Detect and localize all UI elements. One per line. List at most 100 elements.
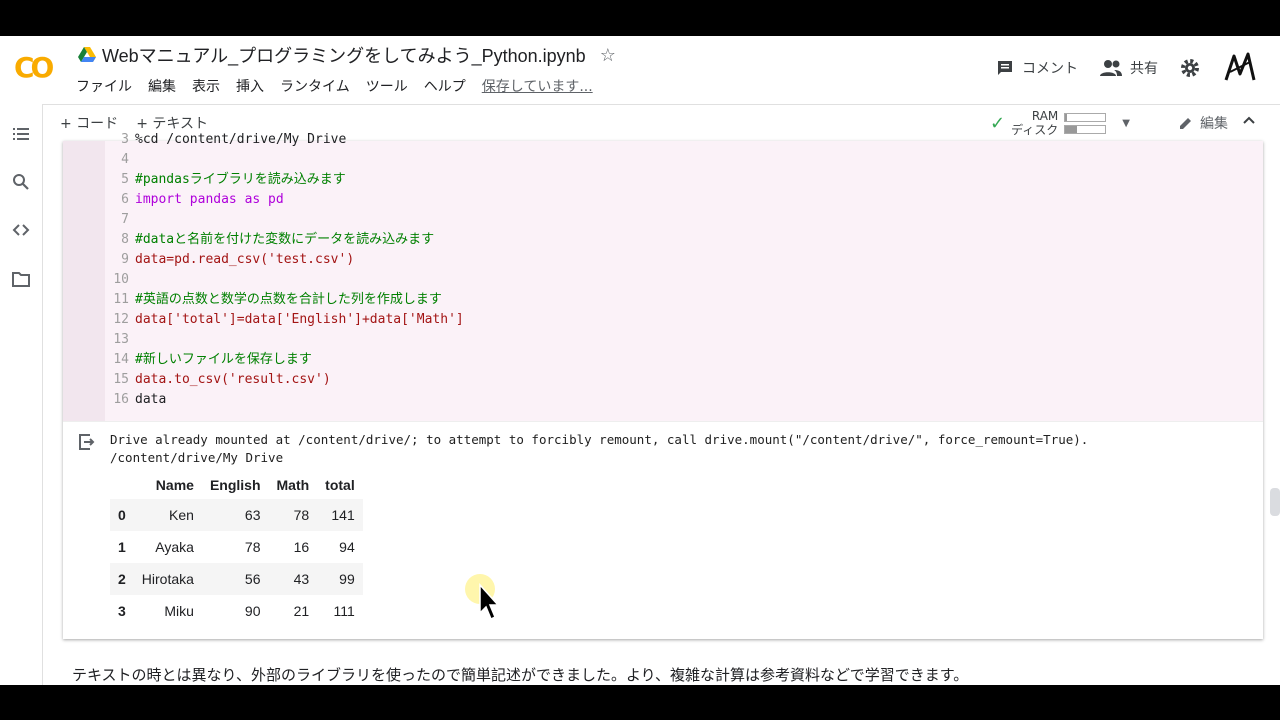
- menu-insert[interactable]: 挿入: [236, 76, 264, 96]
- output-actions-icon[interactable]: [77, 433, 95, 451]
- menu-help[interactable]: ヘルプ: [424, 76, 466, 96]
- table-cell: 43: [293, 571, 310, 587]
- menu-tools[interactable]: ツール: [366, 76, 408, 96]
- code-text: #dataと名前を付けた変数にデータを読み込みます: [135, 232, 435, 247]
- code-line: 8 #dataと名前を付けた変数にデータを読み込みます: [107, 230, 464, 250]
- dataframe-table: Name English Math total 0 Ken 63 78 141 …: [110, 471, 363, 627]
- table-cell: Hirotaka: [141, 571, 194, 587]
- notebook-title[interactable]: Webマニュアル_プログラミングをしてみよう_Python.ipynb: [102, 42, 586, 68]
- table-cell: 99: [339, 571, 355, 587]
- cell-gutter: [63, 141, 105, 421]
- mouse-cursor-icon: [465, 574, 498, 621]
- row-index: 2: [118, 571, 126, 587]
- resource-monitor[interactable]: ✓ RAM ディスク ▼: [990, 109, 1130, 137]
- output-line-2: /content/drive/My Drive: [110, 450, 284, 465]
- code-line: 5 #pandasライブラリを読み込みます: [107, 170, 464, 190]
- text-cell[interactable]: テキストの時とは異なり、外部のライブラリを使ったので簡単記述ができました。より、…: [72, 664, 968, 685]
- row-index: 1: [118, 539, 126, 555]
- saving-status[interactable]: 保存しています...: [482, 76, 593, 96]
- code-text: #英語の点数と数学の点数を合計した列を作成します: [135, 292, 442, 307]
- menu-edit[interactable]: 編集: [148, 76, 176, 96]
- code-line: 15 data.to_csv('result.csv'): [107, 370, 464, 390]
- output-line-1: Drive already mounted at /content/drive/…: [110, 432, 1089, 447]
- column-header: English: [209, 477, 261, 493]
- line-number: 11: [113, 292, 129, 307]
- code-text: import pandas as pd: [135, 192, 284, 207]
- table-cell: 111: [333, 603, 355, 619]
- table-cell: 63: [244, 507, 261, 523]
- table-cell: 78: [244, 539, 261, 555]
- code-text: %cd /content/drive/My Drive: [135, 132, 347, 147]
- code-snippets-icon[interactable]: [12, 221, 30, 239]
- folder-icon[interactable]: [12, 270, 30, 288]
- menu-bar: ファイル 編集 表示 挿入 ランタイム ツール ヘルプ 保存しています...: [76, 76, 609, 96]
- colab-logo[interactable]: CO: [14, 50, 62, 84]
- comment-icon: [998, 61, 1012, 75]
- disk-bar: [1064, 124, 1107, 134]
- header-actions: コメント 共有: [996, 50, 1280, 86]
- code-line: 9 data=pd.read_csv('test.csv'): [107, 250, 464, 270]
- avatar[interactable]: [1222, 50, 1258, 86]
- chevron-up-icon[interactable]: [1242, 113, 1256, 127]
- table-cell: Ayaka: [155, 539, 194, 555]
- table-row: 2 Hirotaka 56 43 99: [110, 563, 363, 595]
- star-icon[interactable]: ☆: [600, 45, 616, 66]
- connected-check-icon: ✓: [990, 112, 1006, 134]
- menu-file[interactable]: ファイル: [76, 76, 132, 96]
- line-number: 15: [113, 372, 129, 387]
- column-header: total: [325, 477, 355, 493]
- line-number: 4: [121, 152, 129, 167]
- code-cell[interactable]: 3 %cd /content/drive/My Drive 4 5 #pandasライブ…: [63, 132, 1263, 639]
- code-line: 12 data['total']=data['English']+data['Ma…: [107, 310, 464, 330]
- code-text: #新しいファイルを保存します: [135, 352, 312, 367]
- gear-icon[interactable]: [1180, 58, 1200, 78]
- code-lines: 3 %cd /content/drive/My Drive 4 5 #pandasライブ…: [107, 130, 464, 410]
- comment-label: コメント: [1022, 61, 1078, 77]
- code-line: 3 %cd /content/drive/My Drive: [107, 130, 464, 150]
- column-header: Name: [155, 477, 194, 493]
- code-line: 10: [107, 270, 464, 290]
- search-icon[interactable]: [12, 173, 30, 191]
- disk-bar-fill: [1065, 125, 1078, 133]
- row-index: 3: [118, 603, 126, 619]
- disk-label: ディスク: [1011, 123, 1059, 137]
- code-text: #pandasライブラリを読み込みます: [135, 172, 346, 187]
- column-header: Math: [276, 477, 310, 493]
- line-number: 8: [121, 232, 129, 247]
- code-line: 7: [107, 210, 464, 230]
- menu-runtime[interactable]: ランタイム: [280, 76, 350, 96]
- code-line: 16 data: [107, 390, 464, 410]
- title-row: Webマニュアル_プログラミングをしてみよう_Python.ipynb ☆: [78, 42, 616, 68]
- table-row: 1 Ayaka 78 16 94: [110, 531, 363, 563]
- output-text: Drive already mounted at /content/drive/…: [110, 431, 1088, 467]
- code-line: 11 #英語の点数と数学の点数を合計した列を作成します: [107, 290, 464, 310]
- scrollbar[interactable]: [1270, 488, 1280, 516]
- code-text: data: [135, 392, 167, 407]
- table-of-contents-icon[interactable]: [12, 125, 30, 143]
- edit-button[interactable]: 編集: [1178, 113, 1228, 133]
- ram-bar: [1064, 112, 1107, 122]
- chevron-down-icon[interactable]: ▼: [1122, 118, 1130, 129]
- share-label: 共有: [1130, 61, 1158, 77]
- table-cell: 78: [293, 507, 310, 523]
- line-number: 12: [113, 312, 129, 327]
- code-text: data['total']=data['English']+data['Math…: [135, 312, 464, 327]
- menu-view[interactable]: 表示: [192, 76, 220, 96]
- comment-button[interactable]: コメント: [996, 58, 1078, 78]
- share-button[interactable]: 共有: [1100, 58, 1158, 78]
- people-icon: [1100, 60, 1122, 76]
- line-number: 3: [121, 132, 129, 147]
- table-row: 0 Ken 63 78 141: [110, 499, 363, 531]
- left-rail: [0, 104, 43, 685]
- code-text: data=pd.read_csv('test.csv'): [135, 252, 355, 267]
- line-number: 6: [121, 192, 129, 207]
- line-number: 14: [113, 352, 129, 367]
- table-cell: 56: [244, 571, 261, 587]
- colab-window: CO Webマニュアル_プログラミングをしてみよう_Python.ipynb ☆…: [0, 36, 1280, 685]
- code-line: 4: [107, 150, 464, 170]
- table-cell: 141: [331, 507, 355, 523]
- code-editor[interactable]: 3 %cd /content/drive/My Drive 4 5 #pandasライブ…: [63, 132, 1263, 422]
- table-cell: 16: [293, 539, 310, 555]
- table-cell: 21: [293, 603, 310, 619]
- table-cell: Miku: [164, 603, 194, 619]
